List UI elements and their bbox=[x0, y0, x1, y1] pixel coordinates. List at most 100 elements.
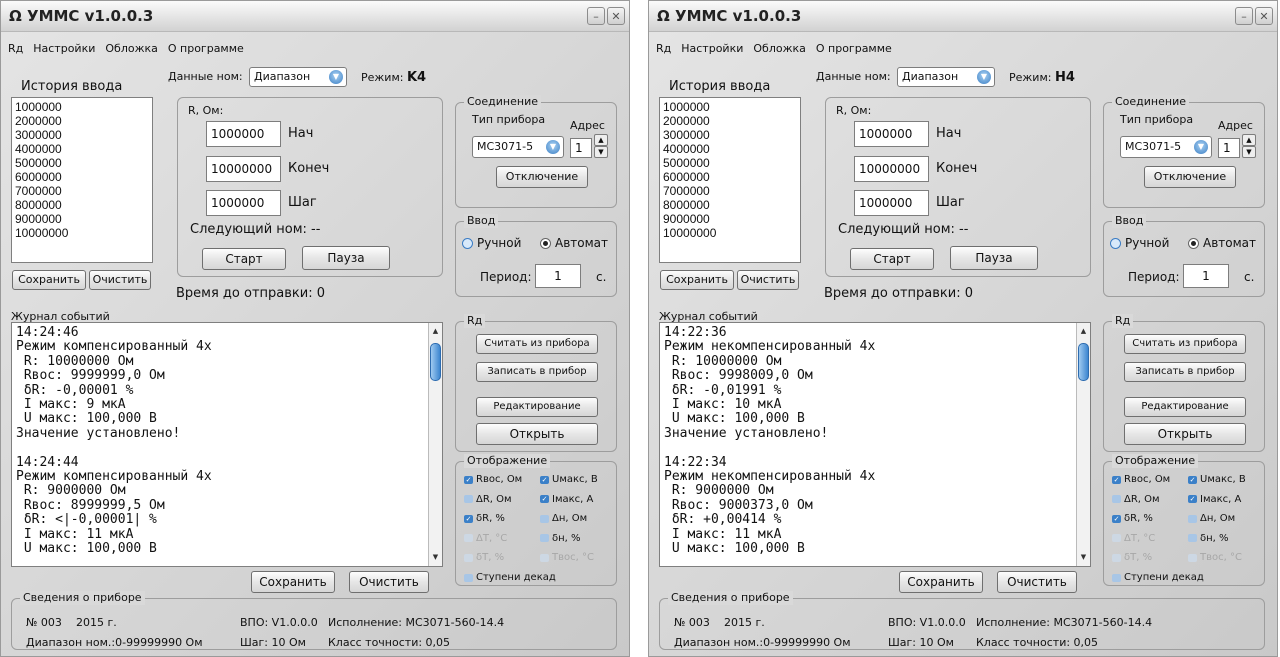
menu-item-rd[interactable]: Rд bbox=[7, 42, 24, 60]
scroll-up-icon[interactable]: ▲ bbox=[429, 325, 442, 338]
event-log[interactable]: 14:24:46 Режим компенсированный 4х R: 10… bbox=[11, 322, 443, 567]
log-clear-button[interactable]: Очистить bbox=[997, 571, 1077, 593]
display-option-checkbox[interactable]: Δн, Ом bbox=[1188, 513, 1235, 524]
history-list[interactable]: 1000000 2000000 3000000 4000000 5000000 60000… bbox=[659, 97, 801, 263]
menu-item-rd[interactable]: Rд bbox=[655, 42, 672, 60]
display-option-checkbox[interactable]: ✓ Iмакс, А bbox=[1188, 494, 1241, 505]
display-option-checkbox[interactable]: ΔT, °C bbox=[464, 533, 507, 544]
close-icon[interactable]: ✕ bbox=[607, 7, 625, 25]
scroll-down-icon[interactable]: ▼ bbox=[429, 551, 442, 564]
display-option-checkbox[interactable]: δT, % bbox=[464, 552, 504, 563]
title-bar[interactable]: Ω УММС v1.0.0.3 – ✕ bbox=[1, 1, 629, 32]
start-button[interactable]: Старт bbox=[850, 248, 934, 270]
spin-down-icon[interactable]: ▼ bbox=[1242, 146, 1256, 158]
display-option-checkbox[interactable]: ✓ δR, % bbox=[464, 513, 505, 524]
menu-item-about[interactable]: О программе bbox=[167, 42, 245, 60]
display-option-checkbox[interactable]: δн, % bbox=[540, 533, 581, 544]
read-from-device-button[interactable]: Считать из прибора bbox=[476, 334, 598, 354]
period-input[interactable]: 1 bbox=[1183, 264, 1229, 288]
step-input[interactable]: 1000000 bbox=[854, 190, 929, 216]
history-list-item[interactable]: 10000000 bbox=[663, 226, 797, 240]
pause-button[interactable]: Пауза bbox=[950, 246, 1038, 270]
menu-item-settings[interactable]: Настройки bbox=[680, 42, 744, 60]
step-input[interactable]: 1000000 bbox=[206, 190, 281, 216]
display-option-checkbox[interactable]: δн, % bbox=[1188, 533, 1229, 544]
history-list-item[interactable]: 5000000 bbox=[663, 156, 797, 170]
log-save-button[interactable]: Сохранить bbox=[899, 571, 983, 593]
start-button[interactable]: Старт bbox=[202, 248, 286, 270]
title-bar[interactable]: Ω УММС v1.0.0.3 – ✕ bbox=[649, 1, 1277, 32]
scroll-thumb[interactable] bbox=[1078, 343, 1089, 381]
address-input[interactable]: 1 bbox=[1218, 138, 1240, 158]
menu-item-about[interactable]: О программе bbox=[815, 42, 893, 60]
display-option-checkbox[interactable]: Tвос, °C bbox=[540, 552, 594, 563]
history-list-item[interactable]: 6000000 bbox=[15, 170, 149, 184]
log-scrollbar[interactable]: ▲ ▼ bbox=[428, 323, 442, 566]
start-input[interactable]: 1000000 bbox=[854, 121, 929, 147]
close-icon[interactable]: ✕ bbox=[1255, 7, 1273, 25]
address-input[interactable]: 1 bbox=[570, 138, 592, 158]
disconnect-button[interactable]: Отключение bbox=[1144, 166, 1236, 188]
history-list-item[interactable]: 9000000 bbox=[15, 212, 149, 226]
history-list-item[interactable]: 2000000 bbox=[15, 114, 149, 128]
history-list-item[interactable]: 4000000 bbox=[15, 142, 149, 156]
history-clear-button[interactable]: Очистить bbox=[89, 270, 151, 290]
spin-up-icon[interactable]: ▲ bbox=[594, 134, 608, 146]
open-button[interactable]: Открыть bbox=[476, 423, 598, 445]
history-save-button[interactable]: Сохранить bbox=[660, 270, 734, 290]
history-list-item[interactable]: 1000000 bbox=[15, 100, 149, 114]
spin-up-icon[interactable]: ▲ bbox=[1242, 134, 1256, 146]
history-clear-button[interactable]: Очистить bbox=[737, 270, 799, 290]
display-option-checkbox[interactable]: Δн, Ом bbox=[540, 513, 587, 524]
display-option-checkbox[interactable]: Tвос, °C bbox=[1188, 552, 1242, 563]
period-input[interactable]: 1 bbox=[535, 264, 581, 288]
log-scrollbar[interactable]: ▲ ▼ bbox=[1076, 323, 1090, 566]
history-list-item[interactable]: 2000000 bbox=[663, 114, 797, 128]
history-list-item[interactable]: 10000000 bbox=[15, 226, 149, 240]
scroll-thumb[interactable] bbox=[430, 343, 441, 381]
write-to-device-button[interactable]: Записать в прибор bbox=[1124, 362, 1246, 382]
auto-radio[interactable]: Автомат bbox=[540, 236, 608, 250]
data-nom-select[interactable]: Диапазон ▼ bbox=[897, 67, 995, 87]
device-type-select[interactable]: МС3071-5 ▼ bbox=[1120, 136, 1212, 158]
history-list-item[interactable]: 8000000 bbox=[663, 198, 797, 212]
display-option-checkbox[interactable]: ✓ Rвос, Ом bbox=[1112, 474, 1170, 485]
manual-radio[interactable]: Ручной bbox=[1110, 236, 1169, 250]
history-list-item[interactable]: 9000000 bbox=[663, 212, 797, 226]
disconnect-button[interactable]: Отключение bbox=[496, 166, 588, 188]
manual-radio[interactable]: Ручной bbox=[462, 236, 521, 250]
log-clear-button[interactable]: Очистить bbox=[349, 571, 429, 593]
history-save-button[interactable]: Сохранить bbox=[12, 270, 86, 290]
end-input[interactable]: 10000000 bbox=[206, 156, 281, 182]
display-option-checkbox[interactable]: δT, % bbox=[1112, 552, 1152, 563]
decade-steps-checkbox[interactable]: Ступени декад bbox=[1112, 572, 1204, 583]
log-save-button[interactable]: Сохранить bbox=[251, 571, 335, 593]
open-button[interactable]: Открыть bbox=[1124, 423, 1246, 445]
display-option-checkbox[interactable]: ΔR, Ом bbox=[464, 494, 512, 505]
history-list-item[interactable]: 3000000 bbox=[15, 128, 149, 142]
minimize-icon[interactable]: – bbox=[1235, 7, 1253, 25]
display-option-checkbox[interactable]: ✓ Uмакс, В bbox=[540, 474, 598, 485]
display-option-checkbox[interactable]: ΔR, Ом bbox=[1112, 494, 1160, 505]
data-nom-select[interactable]: Диапазон ▼ bbox=[249, 67, 347, 87]
display-option-checkbox[interactable]: ΔT, °C bbox=[1112, 533, 1155, 544]
menu-item-skin[interactable]: Обложка bbox=[104, 42, 159, 60]
menu-item-skin[interactable]: Обложка bbox=[752, 42, 807, 60]
end-input[interactable]: 10000000 bbox=[854, 156, 929, 182]
history-list-item[interactable]: 7000000 bbox=[663, 184, 797, 198]
edit-button[interactable]: Редактирование bbox=[476, 397, 598, 417]
device-type-select[interactable]: МС3071-5 ▼ bbox=[472, 136, 564, 158]
spin-down-icon[interactable]: ▼ bbox=[594, 146, 608, 158]
display-option-checkbox[interactable]: ✓ Iмакс, А bbox=[540, 494, 593, 505]
menu-item-settings[interactable]: Настройки bbox=[32, 42, 96, 60]
decade-steps-checkbox[interactable]: Ступени декад bbox=[464, 572, 556, 583]
history-list-item[interactable]: 7000000 bbox=[15, 184, 149, 198]
edit-button[interactable]: Редактирование bbox=[1124, 397, 1246, 417]
start-input[interactable]: 1000000 bbox=[206, 121, 281, 147]
display-option-checkbox[interactable]: ✓ δR, % bbox=[1112, 513, 1153, 524]
history-list-item[interactable]: 1000000 bbox=[663, 100, 797, 114]
history-list[interactable]: 1000000 2000000 3000000 4000000 5000000 60000… bbox=[11, 97, 153, 263]
history-list-item[interactable]: 6000000 bbox=[663, 170, 797, 184]
history-list-item[interactable]: 4000000 bbox=[663, 142, 797, 156]
history-list-item[interactable]: 3000000 bbox=[663, 128, 797, 142]
